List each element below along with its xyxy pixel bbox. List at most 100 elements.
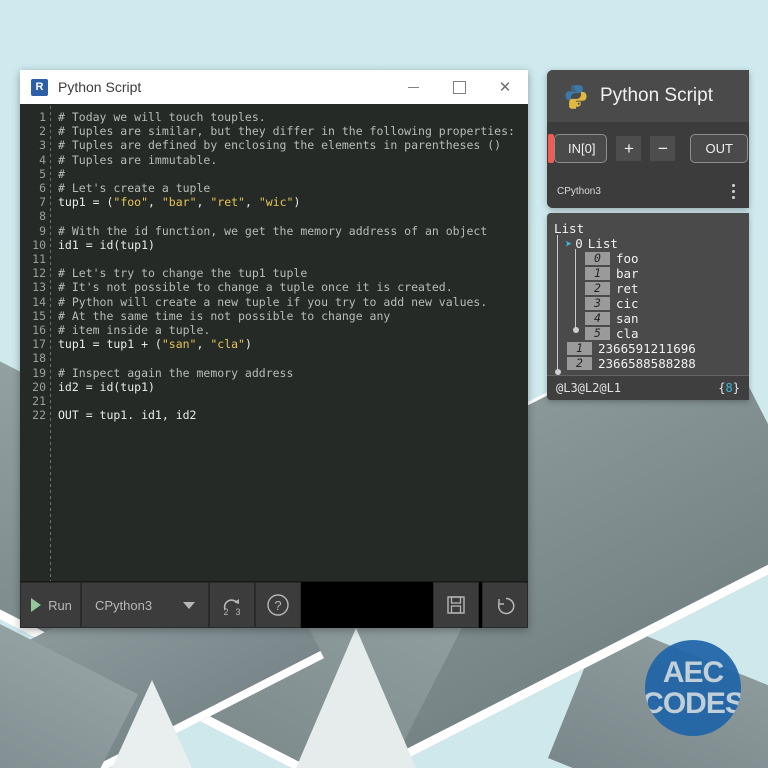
code-line: # Tuples are defined by enclosing the el… <box>58 138 502 153</box>
help-button[interactable]: ? <box>255 582 301 628</box>
code-line: tup1 = ("foo", "bar", "ret", "wic") <box>58 195 301 210</box>
code-line: # <box>58 166 65 181</box>
count-brace-close: } <box>732 381 740 395</box>
chevron-down-icon <box>183 601 195 609</box>
dynamo-python-node[interactable]: Python Script IN[0] + − OUT CPython3 <box>547 70 749 208</box>
list-item-index: 1 <box>585 267 610 280</box>
list-item: 2 2366588588288 <box>547 356 749 371</box>
code-line: # Tuples are similar, but they differ in… <box>58 124 515 139</box>
svg-text:3: 3 <box>236 607 241 617</box>
editor-toolbar: Run CPython3 2 3 ? <box>20 581 528 628</box>
close-button[interactable]: ✕ <box>482 70 528 104</box>
line-number: 13 <box>32 280 46 295</box>
line-number: 1 <box>39 110 46 124</box>
code-line: # Let's try to change the tup1 tuple <box>58 266 308 281</box>
code-line: id1 = id(tup1) <box>58 237 155 252</box>
undo-revert-icon <box>497 597 515 615</box>
item-count-badge: {8} <box>718 381 740 395</box>
remove-port-button[interactable]: − <box>650 135 676 161</box>
svg-text:?: ? <box>274 598 281 613</box>
preview-list: List ➤ 0 List 0 foo 1 bar 2 ret 3 cic 4 san 5 cla 1… <box>547 213 749 375</box>
code-editor[interactable]: 1 2 3 4 5 6 7 8 9 10 11 12 13 14 15 16 17 18 19 20 21 22 # To… <box>20 104 528 581</box>
input-port-label: IN[0] <box>568 140 596 156</box>
node-title: Python Script <box>600 85 713 106</box>
gutter-separator <box>50 106 51 581</box>
line-number: 11 <box>32 252 46 267</box>
line-number: 18 <box>32 351 46 366</box>
python-logo-icon <box>563 83 589 109</box>
logo-line-2: CODES <box>645 686 741 720</box>
list-item: 1 2366591211696 <box>547 341 749 356</box>
close-icon: ✕ <box>498 78 512 96</box>
count-brace-open: { <box>718 381 726 395</box>
lacing-label: @L3@L2@L1 <box>556 381 622 395</box>
list-item-value: cic <box>616 296 639 311</box>
list-item-value: 2366588588288 <box>598 356 696 371</box>
code-line: id2 = id(tup1) <box>58 379 155 394</box>
line-number: 4 <box>39 152 46 167</box>
node-footer: CPython3 <box>547 174 749 208</box>
input-port-in0[interactable]: IN[0] <box>548 133 608 163</box>
line-number: 21 <box>32 394 46 409</box>
list-item: 4 san <box>547 311 749 326</box>
list-item-index: 3 <box>585 297 610 310</box>
code-line: # Inspect again the memory address <box>58 365 294 380</box>
code-line: # With the id function, we get the memor… <box>58 223 488 238</box>
run-button[interactable]: Run <box>20 582 81 628</box>
preview-sublist-index: 0 <box>575 236 583 251</box>
line-number: 8 <box>39 209 46 224</box>
chevron-right-icon[interactable]: ➤ <box>565 237 572 251</box>
list-item-index: 4 <box>585 312 610 325</box>
line-number: 5 <box>39 166 46 181</box>
tree-line-outer <box>557 235 558 373</box>
line-number: 10 <box>32 237 46 252</box>
engine-select[interactable]: CPython3 <box>81 582 209 628</box>
list-item-value: foo <box>616 251 639 266</box>
play-icon <box>31 598 42 612</box>
line-number: 6 <box>39 181 46 196</box>
maximize-button[interactable] <box>436 70 482 104</box>
line-number: 12 <box>32 266 46 281</box>
code-line: # Tuples are immutable. <box>58 152 218 167</box>
list-item-value: san <box>616 311 639 326</box>
line-number: 15 <box>32 308 46 323</box>
maximize-icon <box>452 80 466 94</box>
editor-title: Python Script <box>58 79 142 95</box>
minimize-icon <box>407 86 419 88</box>
line-number: 16 <box>32 323 46 338</box>
list-item-index: 0 <box>585 252 610 265</box>
output-port-out[interactable]: OUT <box>690 133 748 163</box>
list-item: 0 foo <box>547 251 749 266</box>
revit-r-icon: R <box>31 78 48 96</box>
code-line: # It's not possible to change a tuple on… <box>58 280 453 295</box>
list-item-value: ret <box>616 281 639 296</box>
kebab-menu-icon[interactable] <box>732 183 735 199</box>
node-header: Python Script <box>547 70 749 122</box>
editor-titlebar[interactable]: R Python Script ✕ <box>20 70 528 104</box>
migrate-2to3-button[interactable]: 2 3 <box>209 582 255 628</box>
preview-root-row: List <box>547 221 749 236</box>
list-item-index: 2 <box>585 282 610 295</box>
preview-sublist-row[interactable]: ➤ 0 List <box>547 236 749 251</box>
save-button[interactable] <box>433 582 479 628</box>
code-text-area[interactable]: # Today we will touch touples. # Tuples a… <box>58 106 528 581</box>
preview-sublist-label: List <box>587 236 618 251</box>
add-port-button[interactable]: + <box>616 135 642 161</box>
node-engine-label: CPython3 <box>557 185 601 197</box>
line-number: 22 <box>32 408 46 423</box>
revert-button[interactable] <box>482 582 528 628</box>
line-number: 19 <box>32 365 46 380</box>
line-number: 9 <box>39 223 46 238</box>
node-preview-panel[interactable]: List ➤ 0 List 0 foo 1 bar 2 ret 3 cic 4 san 5 cla 1… <box>547 213 749 400</box>
list-item-index: 5 <box>585 327 610 340</box>
line-number: 17 <box>32 337 46 352</box>
minimize-button[interactable] <box>390 70 436 104</box>
code-line: OUT = tup1. id1, id2 <box>58 408 197 423</box>
question-mark-icon: ? <box>267 594 289 616</box>
line-number: 3 <box>39 138 46 153</box>
floppy-save-icon <box>447 596 465 614</box>
line-number: 7 <box>39 195 46 210</box>
list-item: 3 cic <box>547 296 749 311</box>
run-label: Run <box>48 597 72 613</box>
